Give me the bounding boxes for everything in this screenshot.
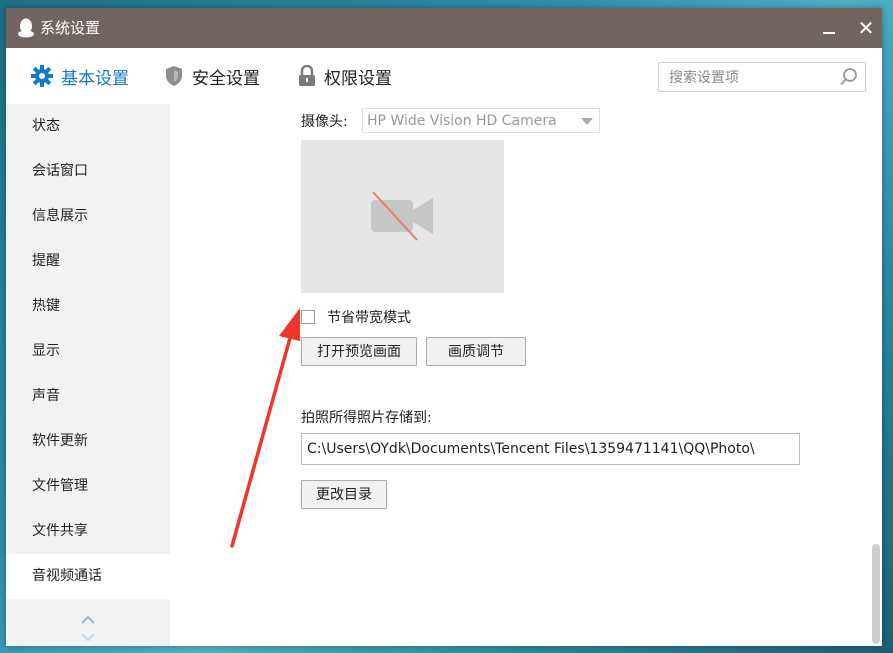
camera-preview: [301, 140, 504, 293]
window-title: 系统设置: [40, 19, 101, 37]
tab-basic-settings[interactable]: 基本设置: [31, 48, 129, 104]
gear-icon: [31, 65, 53, 87]
shield-icon: [166, 66, 182, 86]
lock-icon: [299, 65, 315, 86]
settings-window: 系统设置 ✕ 基本设置 安全设置 权限设置 搜索设置项 状态 会话窗口 信息展示…: [6, 8, 882, 646]
tab-permission-settings[interactable]: 权限设置: [298, 48, 392, 104]
camera-off-icon: [371, 191, 433, 241]
search-icon[interactable]: [839, 67, 859, 87]
change-directory-button[interactable]: 更改目录: [301, 480, 387, 509]
camera-label: 摄像头:: [301, 114, 348, 130]
camera-select-value: HP Wide Vision HD Camera: [367, 113, 557, 129]
search-input[interactable]: [667, 64, 841, 92]
sidebar-item-status[interactable]: 状态: [6, 104, 170, 149]
quality-adjust-button[interactable]: 画质调节: [426, 337, 526, 366]
sidebar-item-reminders[interactable]: 提醒: [6, 239, 170, 284]
tab-label: 安全设置: [192, 68, 260, 89]
tab-label: 基本设置: [61, 68, 129, 89]
top-tabs: 基本设置 安全设置 权限设置: [6, 48, 882, 105]
sidebar-item-sound[interactable]: 声音: [6, 374, 170, 419]
chevron-down-icon[interactable]: [581, 118, 593, 125]
open-preview-button[interactable]: 打开预览画面: [301, 337, 417, 366]
content-panel: 摄像头: HP Wide Vision HD Camera 节省带宽模式 打开预…: [170, 104, 882, 646]
sidebar-item-av-call[interactable]: 音视频通话: [6, 554, 170, 599]
title-bar[interactable]: 系统设置 ✕: [6, 8, 882, 48]
watermark-subtext: jingyan.baidu.com: [686, 614, 806, 629]
sidebar: 状态 会话窗口 信息展示 提醒 热键 显示 声音 软件更新 文件管理 文件共享 …: [6, 104, 170, 646]
tab-label: 权限设置: [324, 68, 392, 89]
camera-select[interactable]: HP Wide Vision HD Camera: [362, 108, 600, 133]
qq-logo-icon: [18, 18, 34, 38]
save-path-field[interactable]: [301, 433, 800, 465]
scrollbar-thumb[interactable]: [872, 544, 880, 644]
tab-security-settings[interactable]: 安全设置: [164, 48, 260, 104]
sidebar-item-chat-window[interactable]: 会话窗口: [6, 149, 170, 194]
sidebar-item-software-update[interactable]: 软件更新: [6, 419, 170, 464]
save-path-label: 拍照所得照片存储到:: [301, 410, 432, 426]
sidebar-item-info-display[interactable]: 信息展示: [6, 194, 170, 239]
bandwidth-mode-label[interactable]: 节省带宽模式: [327, 307, 411, 327]
sidebar-item-file-management[interactable]: 文件管理: [6, 464, 170, 509]
minimize-button[interactable]: [812, 16, 842, 40]
close-button[interactable]: ✕: [851, 16, 881, 40]
sidebar-item-display[interactable]: 显示: [6, 329, 170, 374]
sidebar-item-hotkeys[interactable]: 热键: [6, 284, 170, 329]
bandwidth-mode-row: 节省带宽模式: [301, 307, 411, 327]
sidebar-scroll-arrows-icon[interactable]: [78, 610, 98, 644]
bandwidth-mode-checkbox[interactable]: [301, 310, 315, 324]
search-box[interactable]: [658, 62, 866, 92]
baidu-watermark: Baidu经验 jingyan.baidu.com: [682, 572, 862, 632]
vertical-scrollbar[interactable]: [870, 104, 882, 646]
sidebar-item-file-sharing[interactable]: 文件共享: [6, 509, 170, 554]
